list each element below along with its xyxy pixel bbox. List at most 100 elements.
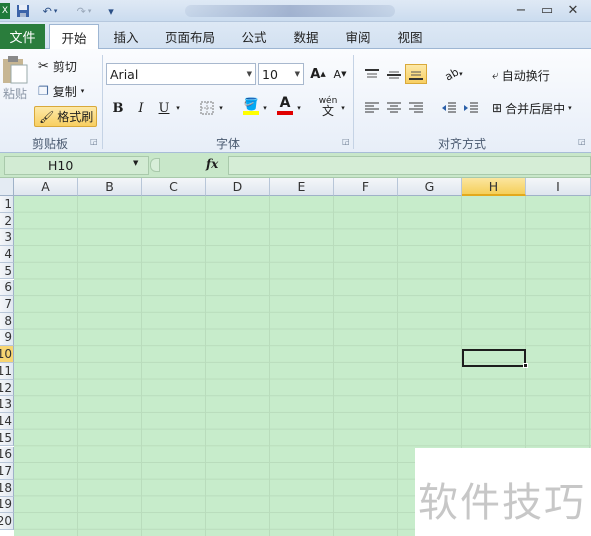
redo-icon[interactable]: ↷ ▾ — [70, 3, 98, 19]
fill-handle[interactable] — [523, 363, 528, 368]
customize-quick-access-icon[interactable]: ▾ — [104, 3, 118, 19]
align-right-icon[interactable] — [405, 98, 427, 118]
tab-view[interactable]: 视图 — [388, 24, 432, 49]
phonetic-guide-icon[interactable]: wén 文 — [316, 96, 340, 117]
alignment-group-label: 对齐方式 — [437, 137, 486, 151]
font-launcher-icon[interactable]: ◲ — [342, 137, 350, 146]
borders-dropdown-icon[interactable]: ▾ — [216, 98, 226, 118]
close-icon[interactable]: ✕ — [562, 2, 584, 19]
font-size-value: 10 — [262, 66, 278, 82]
increase-indent-icon[interactable] — [460, 98, 482, 118]
merge-center-button[interactable]: ⊞ 合并后居中 ▾ — [492, 98, 572, 118]
row-header-18[interactable]: 18 — [0, 479, 14, 497]
scissors-icon: ✂ — [38, 58, 49, 74]
tab-review[interactable]: 审阅 — [336, 24, 380, 49]
paintbrush-icon: 🖌 — [39, 109, 55, 124]
undo-icon[interactable]: ↶ ▾ — [36, 3, 64, 19]
tab-formulas[interactable]: 公式 — [232, 24, 276, 49]
row-header-13[interactable]: 13 — [0, 396, 14, 414]
row-header-12[interactable]: 12 — [0, 379, 14, 397]
format-painter-button[interactable]: 🖌 格式刷 — [34, 106, 97, 127]
wrap-text-icon: ⤶ — [492, 67, 499, 82]
font-color-dropdown-icon[interactable]: ▾ — [294, 98, 304, 118]
fill-color-icon[interactable]: 🪣 — [240, 96, 262, 116]
row-header-4[interactable]: 4 — [0, 246, 14, 263]
excel-app-icon: X — [0, 3, 10, 19]
insert-function-icon[interactable]: fx — [206, 157, 218, 171]
clipboard-launcher-icon[interactable]: ◲ — [90, 137, 98, 146]
font-size-select[interactable]: 10 ▼ — [258, 63, 304, 85]
row-header-5[interactable]: 5 — [0, 262, 14, 280]
decrease-indent-icon[interactable] — [438, 98, 460, 118]
formula-bar-divider[interactable] — [150, 158, 160, 172]
name-box[interactable]: H10 — [4, 156, 149, 175]
formula-input[interactable] — [228, 156, 591, 175]
grow-font-icon[interactable]: A ▲ — [307, 64, 329, 84]
cut-button[interactable]: ✂ 剪切 — [38, 57, 77, 75]
underline-button[interactable]: U — [153, 98, 175, 118]
tab-page-layout[interactable]: 页面布局 — [156, 24, 224, 49]
column-header-e[interactable]: E — [270, 178, 334, 196]
borders-icon[interactable] — [196, 98, 218, 118]
row-header-3[interactable]: 3 — [0, 229, 14, 247]
align-top-icon[interactable] — [361, 65, 383, 85]
fill-color-dropdown-icon[interactable]: ▾ — [260, 98, 270, 118]
row-header-19[interactable]: 19 — [0, 496, 14, 514]
row-header-20[interactable]: 20 — [0, 513, 14, 530]
column-header-h[interactable]: H — [462, 178, 526, 196]
tab-home[interactable]: 开始 — [49, 24, 99, 50]
column-header-d[interactable]: D — [206, 178, 270, 196]
row-header-8[interactable]: 8 — [0, 312, 14, 330]
chevron-down-icon: ▼ — [294, 70, 300, 78]
column-header-f[interactable]: F — [334, 178, 398, 196]
orientation-icon[interactable]: ab ▾ — [440, 64, 468, 84]
tab-file[interactable]: 文件 — [0, 24, 45, 49]
bold-button[interactable]: B — [107, 98, 129, 118]
window-title — [185, 5, 395, 17]
save-icon[interactable] — [14, 3, 32, 19]
column-header-i[interactable]: I — [526, 178, 591, 196]
underline-dropdown-icon[interactable]: ▾ — [173, 98, 183, 118]
shrink-font-icon[interactable]: A ▼ — [329, 64, 351, 84]
paste-button[interactable]: 粘贴 — [0, 55, 30, 113]
column-header-b[interactable]: B — [78, 178, 142, 196]
row-header-16[interactable]: 16 — [0, 446, 14, 464]
row-header-7[interactable]: 7 — [0, 296, 14, 313]
minimize-icon[interactable]: − — [510, 2, 532, 19]
font-name-select[interactable]: Arial ▼ — [106, 63, 256, 85]
row-header-14[interactable]: 14 — [0, 413, 14, 430]
column-header-g[interactable]: G — [398, 178, 462, 196]
name-box-dropdown-icon[interactable]: ▼ — [133, 159, 138, 167]
align-middle-icon[interactable] — [383, 65, 405, 85]
tab-insert[interactable]: 插入 — [104, 24, 148, 49]
italic-button[interactable]: I — [130, 98, 152, 118]
select-all-corner[interactable] — [0, 178, 14, 196]
row-header-11[interactable]: 11 — [0, 363, 14, 380]
row-header-1[interactable]: 1 — [0, 196, 14, 213]
row-header-2[interactable]: 2 — [0, 212, 14, 230]
clipboard-group-label: 剪贴板 — [31, 137, 68, 151]
watermark-text: 软件技巧 — [418, 480, 586, 526]
row-header-17[interactable]: 17 — [0, 463, 14, 480]
tab-data[interactable]: 数据 — [284, 24, 328, 49]
group-separator — [102, 55, 103, 149]
copy-icon: ❐ — [38, 84, 49, 98]
font-color-icon[interactable]: A — [274, 95, 296, 115]
ribbon-tabs: 文件 开始 插入 页面布局 公式 数据 审阅 视图 — [0, 22, 591, 50]
row-header-6[interactable]: 6 — [0, 279, 14, 297]
copy-button[interactable]: ❐ 复制 ▾ — [38, 82, 84, 100]
row-header-9[interactable]: 9 — [0, 329, 14, 347]
phonetic-dropdown-icon[interactable]: ▾ — [338, 98, 348, 118]
align-bottom-icon[interactable] — [405, 64, 427, 84]
alignment-launcher-icon[interactable]: ◲ — [578, 137, 586, 146]
column-header-c[interactable]: C — [142, 178, 206, 196]
wrap-text-button[interactable]: ⤶ 自动换行 — [492, 65, 550, 85]
column-header-a[interactable]: A — [14, 178, 78, 196]
selected-cell-h10[interactable] — [462, 349, 526, 367]
restore-icon[interactable]: ▭ — [536, 2, 558, 19]
align-center-icon[interactable] — [383, 98, 405, 118]
row-header-15[interactable]: 15 — [0, 429, 14, 447]
wrap-text-label: 自动换行 — [501, 68, 550, 83]
align-left-icon[interactable] — [361, 98, 383, 118]
row-header-10[interactable]: 10 — [0, 346, 14, 363]
